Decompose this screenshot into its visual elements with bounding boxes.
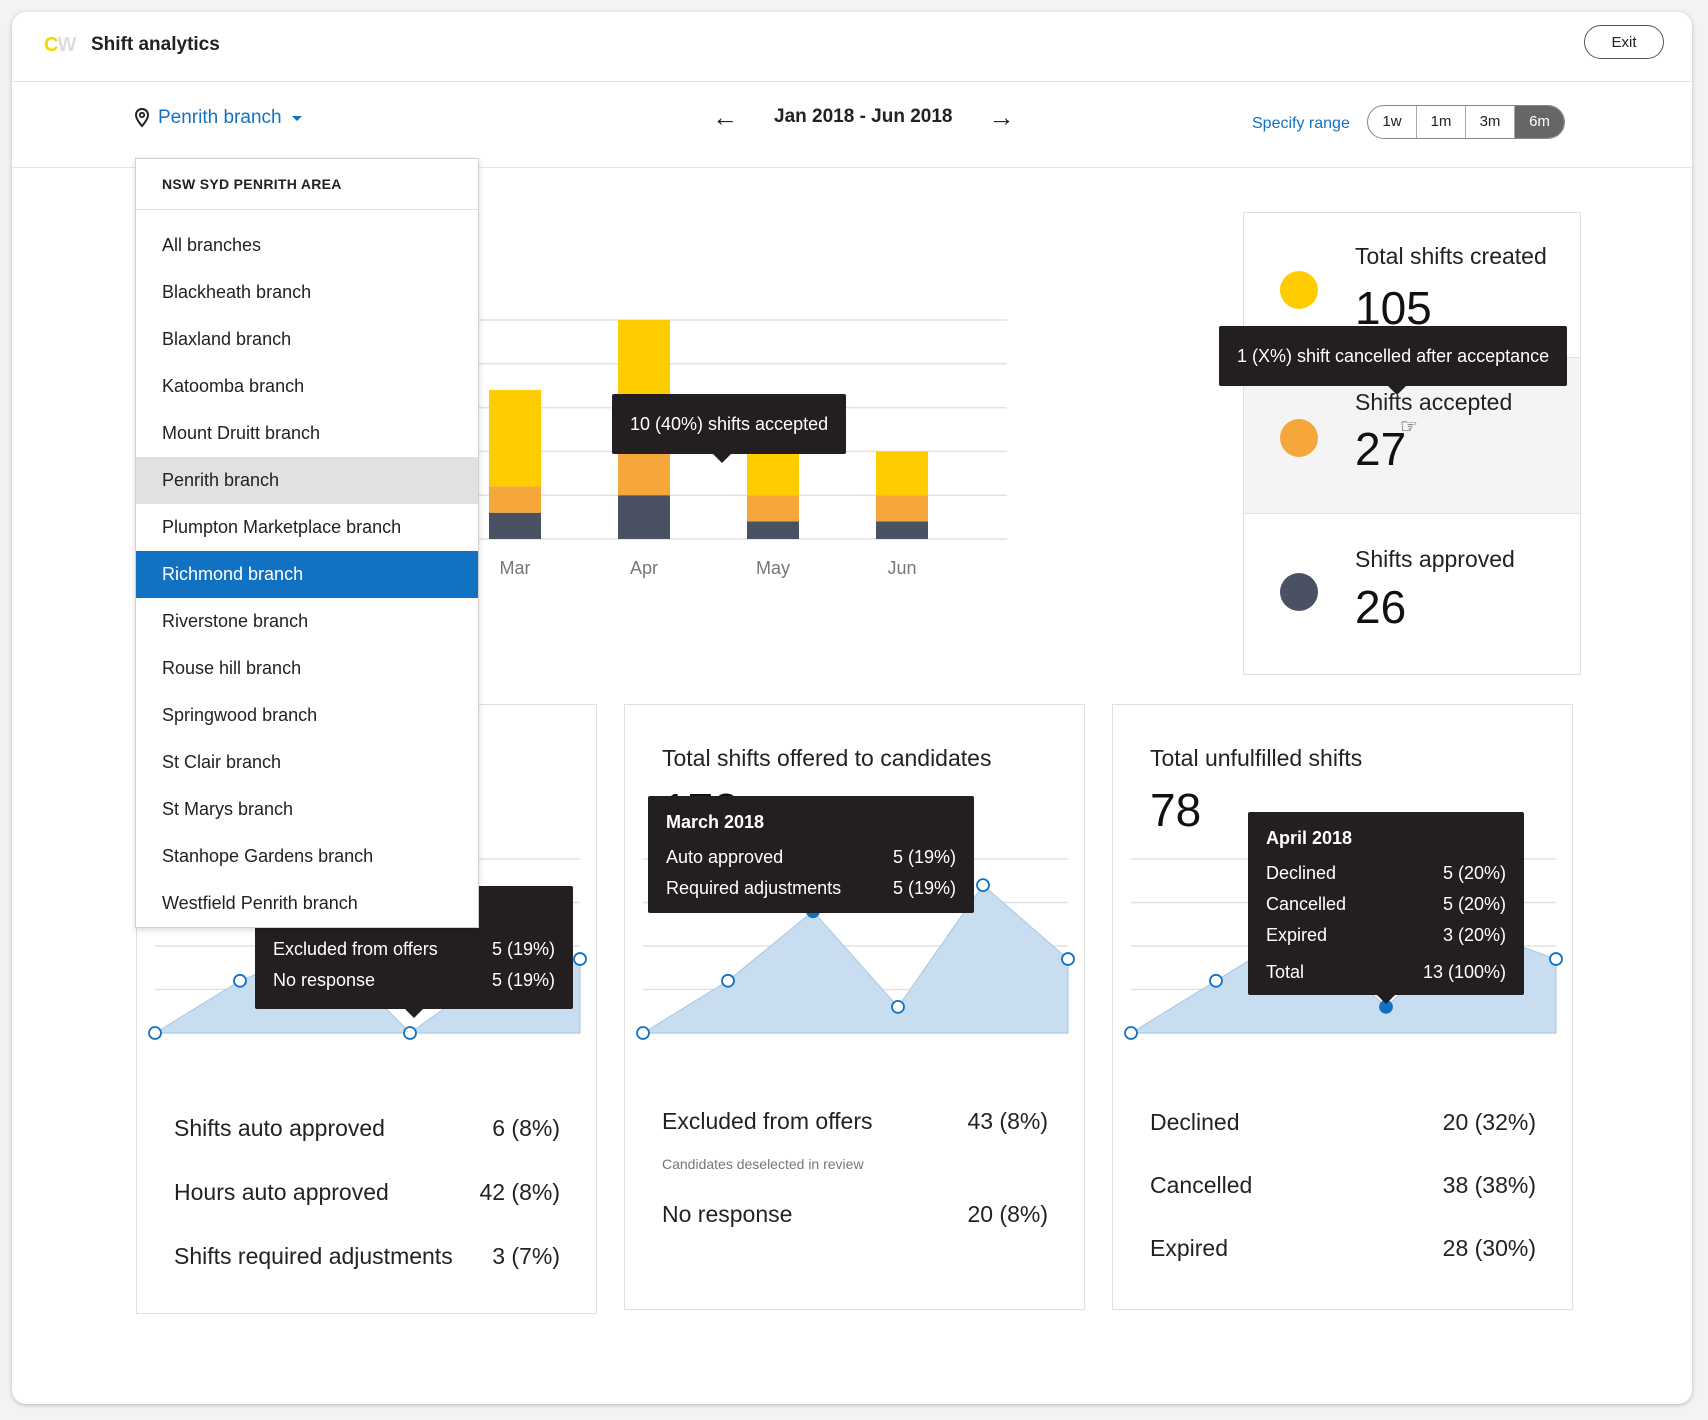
x-tick-label: May (756, 558, 790, 578)
arrow-left-icon[interactable]: ← (712, 104, 738, 130)
top-bar: CW Shift analytics Exit (12, 12, 1692, 82)
dropdown-item[interactable]: Katoomba branch (136, 363, 478, 410)
dropdown-item[interactable]: Penrith branch (136, 457, 478, 504)
page-title: Shift analytics (91, 34, 220, 55)
arrow-right-icon[interactable]: → (989, 104, 1015, 130)
branch-select-label: Penrith branch (158, 107, 282, 128)
offers-tooltip-title: March 2018 (666, 812, 765, 832)
stats-tooltip: 1 (X%) shift cancelled after acceptance (1219, 326, 1568, 395)
stats-summary: Total shifts created 105 Shifts accepted… (1243, 212, 1581, 675)
unfulfilled-tooltip: April 2018 Declined 5 (20%) Cancelled 5 (2… (1248, 812, 1524, 1004)
data-point[interactable] (233, 973, 247, 988)
bar-segment[interactable] (747, 521, 799, 539)
filter-toolbar: Penrith branch ← Jan 2018 - Jun 2018 → S… (12, 82, 1692, 168)
x-tick-label: Jun (887, 558, 916, 578)
dropdown-item[interactable]: St Clair branch (136, 739, 478, 786)
unfulfilled-row-2: Cancelled 38 (38%) (1150, 1172, 1536, 1198)
data-point[interactable] (573, 952, 587, 966)
dropdown-item[interactable]: Stanhope Gardens branch (136, 833, 478, 880)
dropdown-item[interactable]: Plumpton Marketplace branch (136, 504, 478, 551)
bar-segment[interactable] (618, 495, 670, 539)
unfulfilled-tooltip-title: April 2018 (1266, 828, 1353, 848)
dropdown-item[interactable]: All branches (136, 222, 478, 269)
x-tick-label: Apr (630, 558, 658, 578)
offers-row-1-sub: Candidates deselected in review (662, 1156, 864, 1172)
period-1m[interactable]: 1m (1417, 106, 1466, 138)
stat-accepted-label: Shifts accepted (1355, 389, 1513, 415)
approvals-row-3: Shifts required adjustments 3 (7%) (174, 1243, 560, 1269)
date-range-label: Jan 2018 - Jun 2018 (774, 106, 953, 127)
dropdown-item[interactable]: Westfield Penrith branch (136, 880, 478, 927)
branch-dropdown: NSW SYD PENRITH AREA All branches Blackhe… (135, 158, 479, 928)
period-toggle-group: 1w 1m 3m 6m (1367, 105, 1565, 139)
specify-range-link[interactable]: Specify range (1252, 115, 1350, 133)
data-point[interactable] (976, 878, 990, 893)
period-6m[interactable]: 6m (1515, 106, 1564, 138)
dropdown-item[interactable]: Richmond branch (136, 551, 478, 598)
bar-segment[interactable] (876, 451, 928, 496)
stat-approved[interactable]: Shifts approved 26 (1244, 514, 1580, 675)
data-point[interactable] (891, 999, 905, 1014)
stat-approved-value: 26 (1355, 581, 1407, 633)
data-point[interactable] (1061, 952, 1075, 966)
data-point[interactable] (1549, 952, 1563, 966)
bar-segment[interactable] (876, 495, 928, 522)
unfulfilled-row-1: Declined 20 (32%) (1150, 1109, 1536, 1135)
exit-button[interactable]: Exit (1584, 25, 1664, 59)
data-point[interactable] (403, 1026, 417, 1040)
bar-tooltip-text: 10 (40%) shifts accepted (630, 414, 829, 434)
panel-offers: Total shifts offered to candidates 172 E… (624, 704, 1085, 1310)
data-point[interactable] (148, 1026, 162, 1040)
dropdown-item[interactable]: Springwood branch (136, 692, 478, 739)
dropdown-group-header: NSW SYD PENRITH AREA (136, 159, 478, 210)
stats-tooltip-text: 1 (X%) shift cancelled after acceptance (1237, 346, 1550, 366)
bar-tooltip: 10 (40%) shifts accepted (612, 394, 847, 463)
panel-unfulfilled: Total unfulfilled shifts 78 Declined 20 (… (1112, 704, 1573, 1310)
offers-tooltip: March 2018 Auto approved 5 (19%) Required… (648, 796, 974, 913)
offers-row-2: No response 20 (8%) (662, 1201, 1048, 1227)
dropdown-item[interactable]: Blaxland branch (136, 316, 478, 363)
approvals-row-2: Hours auto approved 42 (8%) (174, 1179, 560, 1205)
dropdown-list: All branches Blackheath branch Blaxland br… (136, 210, 478, 927)
stat-created-label: Total shifts created (1355, 243, 1547, 269)
app-logo: CW (44, 34, 76, 56)
stat-approved-label: Shifts approved (1355, 546, 1515, 572)
data-point[interactable] (636, 1026, 650, 1040)
period-3m[interactable]: 3m (1466, 106, 1515, 138)
app-window: CW Shift analytics Exit Penrith branch ←… (12, 12, 1692, 1404)
unfulfilled-row-3: Expired 28 (30%) (1150, 1235, 1536, 1261)
data-point[interactable] (721, 973, 735, 988)
period-1w[interactable]: 1w (1368, 106, 1417, 138)
bar-segment[interactable] (747, 495, 799, 522)
hand-cursor-icon: ☞ (1400, 416, 1418, 438)
stat-accepted-dot (1280, 419, 1318, 457)
dropdown-item[interactable]: Blackheath branch (136, 269, 478, 316)
dropdown-item[interactable]: Mount Druitt branch (136, 410, 478, 457)
bar-segment[interactable] (489, 512, 541, 539)
x-tick-label: Mar (500, 558, 531, 578)
dropdown-item[interactable]: Rouse hill branch (136, 645, 478, 692)
caret-down-icon (291, 115, 302, 121)
stat-approved-dot (1280, 573, 1318, 611)
location-pin-icon (134, 108, 150, 128)
bar-segment[interactable] (489, 486, 541, 513)
stat-created-dot (1280, 271, 1318, 309)
dropdown-item[interactable]: St Marys branch (136, 786, 478, 833)
branch-select[interactable]: Penrith branch (134, 107, 302, 129)
offers-row-1: Excluded from offers 43 (8%) (662, 1108, 1048, 1134)
data-point[interactable] (1124, 1026, 1138, 1040)
approvals-row-1: Shifts auto approved 6 (8%) (174, 1115, 560, 1141)
data-point[interactable] (1209, 973, 1223, 988)
date-range-nav: ← Jan 2018 - Jun 2018 → (712, 104, 1015, 130)
stat-accepted-value: 27 (1355, 423, 1407, 475)
bar-segment[interactable] (876, 521, 928, 539)
bar-segment[interactable] (489, 390, 541, 487)
dropdown-item[interactable]: Riverstone branch (136, 598, 478, 645)
